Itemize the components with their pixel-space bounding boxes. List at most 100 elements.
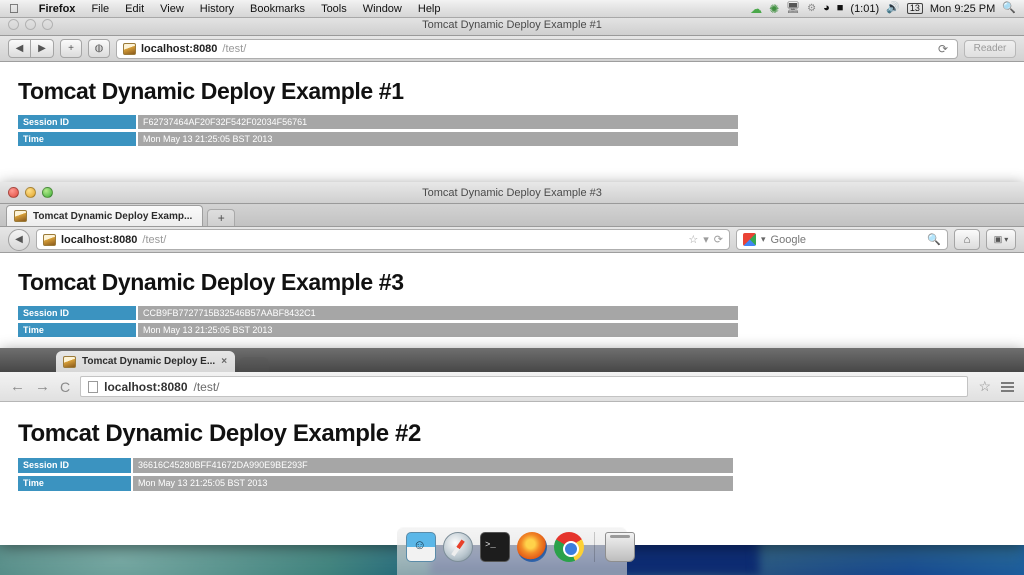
google-icon (743, 233, 756, 246)
spotlight-search-icon[interactable]: 🔍 (1002, 3, 1016, 14)
menu-item-view[interactable]: View (152, 0, 192, 18)
reload-button[interactable]: C (60, 380, 70, 394)
table-row: Time Mon May 13 21:25:05 BST 2013 (18, 132, 738, 146)
dock-item-safari[interactable] (443, 532, 473, 562)
safari-nav-group[interactable]: ◀ ▶ (8, 39, 54, 58)
url-path: /test/ (142, 234, 166, 246)
row-value-time: Mon May 13 21:25:05 BST 2013 (138, 132, 738, 146)
close-tab-icon[interactable]: × (221, 356, 227, 367)
sync-icon[interactable]: ✺ (769, 3, 779, 15)
safari-window[interactable]: Tomcat Dynamic Deploy Example #1 ◀ ▶ + ◍… (0, 14, 1024, 186)
forward-button[interactable]: → (35, 379, 50, 394)
dock-item-terminal[interactable] (480, 532, 510, 562)
display-icon[interactable]: 🖥 (786, 3, 800, 14)
minimize-window-button[interactable] (25, 187, 36, 198)
search-input[interactable]: Google (771, 234, 806, 246)
close-window-button[interactable] (8, 19, 19, 30)
session-info-table: Session ID 36616C45280BFF41672DA990E9BE2… (18, 458, 733, 491)
back-button[interactable]: ◀ (8, 229, 30, 251)
new-tab-button[interactable] (239, 357, 269, 372)
safari-address-bar[interactable]: localhost:8080 /test/ ⟳ (116, 39, 958, 59)
menu-item-file[interactable]: File (83, 0, 117, 18)
volume-icon[interactable]: 🔊 (886, 3, 900, 14)
browser-tab[interactable]: Tomcat Dynamic Deploy Examp... (6, 205, 203, 226)
tomcat-favicon (14, 210, 27, 222)
dock-item-chrome[interactable] (554, 532, 584, 562)
battery-icon[interactable]: ■ (837, 3, 844, 14)
new-tab-button[interactable]: + (207, 209, 235, 226)
menu-item-history[interactable]: History (192, 0, 242, 18)
page-title: Tomcat Dynamic Deploy Example #3 (0, 253, 1024, 306)
back-button[interactable]: ← (10, 379, 25, 394)
dock-item-firefox[interactable] (517, 532, 547, 562)
session-info-table: Session ID CCB9FB7727715B32546B57AABF843… (18, 306, 738, 337)
url-path: /test/ (194, 380, 220, 394)
firefox-search-box[interactable]: ▾ Google 🔍 (736, 229, 948, 250)
tab-label: Tomcat Dynamic Deploy E... (82, 356, 215, 367)
reload-icon[interactable]: ⟳ (714, 233, 723, 246)
safari-page-content: Tomcat Dynamic Deploy Example #1 Session… (0, 62, 1024, 185)
dock-item-finder[interactable] (406, 532, 436, 562)
firefox-page-content: Tomcat Dynamic Deploy Example #3 Session… (0, 253, 1024, 350)
url-host: localhost:8080 (141, 43, 217, 55)
dropbox-icon[interactable]: ☁ (750, 3, 762, 15)
apple-menu-icon[interactable]:  (9, 2, 19, 15)
chevron-down-icon[interactable]: ▾ (703, 233, 709, 246)
zoom-window-button[interactable] (42, 19, 53, 30)
forward-button[interactable]: ▶ (31, 39, 54, 58)
close-window-button[interactable] (8, 187, 19, 198)
menu-bar-clock[interactable]: Mon 9:25 PM (930, 3, 995, 15)
page-title: Tomcat Dynamic Deploy Example #2 (0, 402, 1024, 458)
bookmark-star-icon[interactable]: ☆ (978, 378, 991, 395)
wifi-icon[interactable]: ◕ (823, 3, 830, 14)
tab-label: Tomcat Dynamic Deploy Examp... (33, 211, 192, 222)
chrome-window[interactable]: Tomcat Dynamic Deploy E... × ← → C local… (0, 348, 1024, 545)
add-bookmark-button[interactable]: + (60, 39, 82, 58)
safari-window-controls[interactable] (0, 19, 53, 30)
menu-item-edit[interactable]: Edit (117, 0, 152, 18)
row-value-session-id: F62737464AF20F32F542F02034F56761 (138, 115, 738, 129)
menu-item-bookmarks[interactable]: Bookmarks (242, 0, 313, 18)
home-button[interactable]: ⌂ (954, 229, 980, 250)
chrome-tab-strip: Tomcat Dynamic Deploy E... × (0, 348, 1024, 372)
firefox-address-bar[interactable]: localhost:8080 /test/ ☆ ▾ ⟳ (36, 229, 730, 250)
session-info-table: Session ID F62737464AF20F32F542F02034F56… (18, 115, 738, 146)
table-row: Time Mon May 13 21:25:05 BST 2013 (18, 323, 738, 337)
sidebar-toggle-button[interactable]: ◍ (88, 39, 110, 58)
search-magnifier-icon[interactable]: 🔍 (927, 233, 941, 246)
bookmark-star-icon[interactable]: ☆ (688, 233, 698, 246)
firefox-window-title: Tomcat Dynamic Deploy Example #3 (0, 182, 1024, 204)
reload-icon[interactable]: ⟳ (935, 42, 951, 56)
table-row: Session ID 36616C45280BFF41672DA990E9BE2… (18, 458, 733, 473)
calendar-icon[interactable]: 13 (907, 3, 923, 14)
reader-button[interactable]: Reader (964, 40, 1016, 58)
zoom-window-button[interactable] (42, 187, 53, 198)
row-value-time: Mon May 13 21:25:05 BST 2013 (133, 476, 733, 491)
firefox-tab-strip: Tomcat Dynamic Deploy Examp... + (0, 204, 1024, 227)
row-label-time: Time (18, 476, 131, 491)
search-engine-chevron-icon[interactable]: ▾ (761, 234, 766, 245)
menu-item-tools[interactable]: Tools (313, 0, 355, 18)
firefox-toolbar: ◀ localhost:8080 /test/ ☆ ▾ ⟳ ▾ Google 🔍… (0, 227, 1024, 253)
menu-item-help[interactable]: Help (410, 0, 449, 18)
hamburger-menu-icon[interactable] (1001, 382, 1014, 392)
back-button[interactable]: ◀ (8, 39, 31, 58)
chrome-toolbar: ← → C localhost:8080 /test/ ☆ (0, 372, 1024, 402)
url-host: localhost:8080 (61, 234, 137, 246)
url-host: localhost:8080 (104, 380, 187, 394)
battery-time-remaining: (1:01) (850, 3, 879, 15)
chrome-omnibox[interactable]: localhost:8080 /test/ (80, 376, 968, 397)
minimize-window-button[interactable] (25, 19, 36, 30)
firefox-titlebar[interactable]: Tomcat Dynamic Deploy Example #3 (0, 182, 1024, 204)
row-value-session-id: 36616C45280BFF41672DA990E9BE293F (133, 458, 733, 473)
browser-tab[interactable]: Tomcat Dynamic Deploy E... × (56, 351, 235, 372)
bookmarks-chevron-icon: ▾ (1004, 235, 1008, 244)
menu-item-firefox[interactable]: Firefox (31, 0, 84, 18)
firefox-window[interactable]: Tomcat Dynamic Deploy Example #3 Tomcat … (0, 182, 1024, 354)
firefox-window-controls[interactable] (0, 187, 53, 198)
bluetooth-icon[interactable]: ⚙ (807, 4, 816, 14)
bookmarks-button[interactable]: ▣ ▾ (986, 229, 1016, 250)
menu-item-window[interactable]: Window (355, 0, 410, 18)
dock-item-trash[interactable] (605, 532, 635, 562)
page-info-icon[interactable] (88, 381, 98, 393)
